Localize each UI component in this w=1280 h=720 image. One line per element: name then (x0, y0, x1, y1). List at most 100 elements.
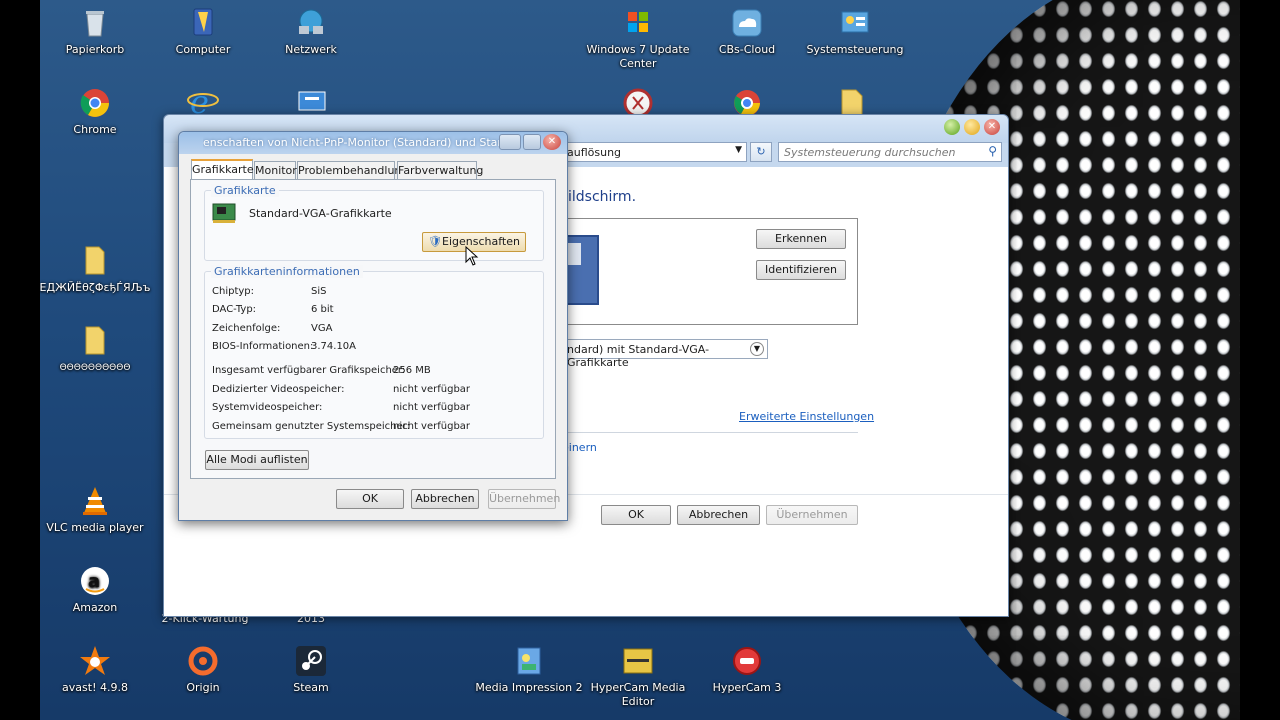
desktop-icon-origin[interactable]: Origin (148, 644, 258, 695)
monitor-preview-icon[interactable] (563, 235, 599, 305)
desktop-icon-steam[interactable]: Steam (256, 644, 366, 695)
info-value: 3.74.10A (311, 341, 357, 352)
folder-icon (85, 326, 105, 355)
desktop-icon-update-center[interactable]: Windows 7 Update Center (583, 6, 693, 71)
close-button[interactable]: ✕ (543, 134, 561, 150)
control-panel-icon (841, 11, 869, 33)
search-placeholder: Systemsteuerung durchsuchen (784, 146, 956, 159)
desktop-icon-label: Steam (293, 681, 329, 694)
cancel-button[interactable]: Abbrechen (677, 505, 760, 525)
desktop-icon-media-impression[interactable]: Media Impression 2 (474, 644, 584, 695)
address-text: auflösung (567, 146, 622, 159)
info-label: Zeichenfolge: (212, 323, 281, 334)
desktop-icon-cbs-cloud[interactable]: CBs-Cloud (692, 6, 802, 57)
desktop-icon-netzwerk[interactable]: Netzwerk (256, 6, 366, 57)
info-value: 256 MB (393, 365, 431, 376)
minimize-button[interactable] (499, 134, 521, 150)
desktop-icon-label: avast! 4.9.8 (62, 681, 128, 694)
amazon-icon: a (81, 567, 109, 595)
chevron-down-icon[interactable]: ▼ (735, 145, 742, 155)
tab-farbverwaltung[interactable]: Farbverwaltung (397, 161, 483, 179)
desktop-icon-amazon[interactable]: a Amazon (40, 564, 150, 615)
maximize-button[interactable] (964, 119, 980, 135)
hypercam-icon (733, 647, 761, 675)
desktop-icon-label: ΘΘΘΘΘΘΘΘΘΘ (59, 363, 131, 373)
info-label: Dedizierter Videospeicher: (212, 384, 345, 395)
hypercam-editor-icon (623, 648, 653, 674)
ok-button[interactable]: OK (336, 489, 404, 509)
advanced-settings-link[interactable]: Erweiterte Einstellungen (739, 410, 874, 423)
minimize-button[interactable] (944, 119, 960, 135)
chrome-icon (80, 89, 109, 117)
internet-explorer-icon[interactable]: e (186, 84, 220, 118)
info-label: Systemvideospeicher: (212, 402, 323, 413)
desktop-icon-label: HyperCam Media Editor (590, 681, 686, 708)
info-label: BIOS-Informationen: (212, 341, 314, 352)
search-box[interactable]: Systemsteuerung durchsuchen ⚲ (778, 142, 1002, 162)
desktop-icon-label: Netzwerk (285, 43, 337, 56)
list-all-modes-button[interactable]: Alle Modi auflisten (205, 450, 309, 470)
refresh-icon: ↻ (756, 145, 766, 158)
divider (562, 432, 858, 433)
close-button[interactable]: ✕ (984, 119, 1000, 135)
display-select-value: ndard) mit Standard-VGA-Grafikkarte (567, 343, 710, 369)
group-grafikkarte: Grafikkarte Standard-VGA-Grafikkarte 🛡Ei… (204, 184, 544, 261)
desktop-icon-label: Windows 7 Update Center (586, 43, 690, 70)
tab-monitor[interactable]: Monitor (254, 161, 297, 179)
dialog-titlebar: enschaften von Nicht-PnP-Monitor (Standa… (179, 132, 567, 154)
maximize-button[interactable] (523, 134, 541, 150)
shield-icon: 🛡 (428, 235, 442, 248)
address-bar[interactable]: auflösung ▼ (562, 142, 747, 162)
desktop-icon-label: Systemsteuerung (806, 43, 904, 56)
desktop-icon-vlc[interactable]: VLC media player (40, 484, 150, 535)
desktop-icon-label: HyperCam 3 (712, 681, 782, 694)
desktop-icon-papierkorb[interactable]: Papierkorb (40, 6, 150, 57)
app-shortcut-icon[interactable] (295, 86, 329, 116)
window-controls: ✕ (940, 118, 1004, 136)
desktop-icon-label: Origin (186, 681, 220, 694)
desktop-icon-label: ЕДЖЙЁθζΦεђЃЯЉъ (40, 281, 151, 294)
apply-button[interactable]: Übernehmen (488, 489, 560, 509)
desktop-icon-avast[interactable]: avast! 4.9.8 (40, 644, 150, 695)
properties-dialog: enschaften von Nicht-PnP-Monitor (Standa… (178, 131, 568, 521)
tab-grafikkarte[interactable]: Grafikkarte (191, 159, 254, 179)
desktop-icon-computer[interactable]: Computer (148, 6, 258, 57)
cancel-button[interactable]: Abbrechen (411, 489, 479, 509)
dialog-body: Grafikkarte Monitor Problembehandlung Fa… (179, 154, 567, 520)
graphics-card-icon (212, 203, 236, 223)
desktop-icon-systemsteuerung[interactable]: Systemsteuerung (800, 6, 910, 57)
properties-button-label: Eigenschaften (442, 235, 520, 248)
steam-icon (296, 646, 326, 676)
apply-button[interactable]: Übernehmen (766, 505, 858, 525)
desktop-icon-label: Papierkorb (65, 43, 125, 56)
cloud-icon (732, 9, 762, 37)
refresh-button[interactable]: ↻ (750, 142, 772, 162)
info-label: Insgesamt verfügbarer Grafikspeicher: (212, 365, 406, 376)
desktop-icon-label: Chrome (73, 123, 117, 136)
desktop-icon-label: Computer (175, 43, 231, 56)
display-select[interactable]: ndard) mit Standard-VGA-Grafikkarte ▼ (562, 339, 768, 369)
group-title: Grafikkarte (211, 184, 279, 197)
desktop-icon-label: Amazon (72, 601, 118, 614)
desktop-icon-hypercam[interactable]: HyperCam 3 (692, 644, 802, 695)
computer-icon (193, 8, 213, 36)
group-title: Grafikkarteninformationen (211, 265, 363, 278)
chevron-down-icon[interactable]: ▼ (750, 342, 764, 356)
info-value: 6 bit (311, 304, 334, 315)
desktop-icon-label: Media Impression 2 (475, 681, 583, 694)
info-value: VGA (311, 323, 333, 334)
identify-button[interactable]: Identifizieren (756, 260, 846, 280)
recycle-bin-icon (86, 11, 104, 37)
desktop-icon-folder-cyrillic[interactable]: ЕДЖЙЁθζΦεђЃЯЉъ (40, 244, 152, 295)
search-icon[interactable]: ⚲ (988, 144, 997, 158)
page-heading: ildschirm. (568, 189, 637, 205)
tab-problembehandlung[interactable]: Problembehandlung (297, 161, 408, 179)
desktop-icon-hypercam-editor[interactable]: HyperCam Media Editor (583, 644, 693, 709)
detect-button[interactable]: Erkennen (756, 229, 846, 249)
svg-text:e: e (190, 84, 209, 118)
desktop-icon-chrome[interactable]: Chrome (40, 86, 150, 137)
desktop-icon-folder-symbols[interactable]: ΘΘΘΘΘΘΘΘΘΘ (40, 324, 152, 375)
desktop-icon-label: CBs-Cloud (718, 43, 776, 56)
media-impression-icon (517, 647, 541, 675)
ok-button[interactable]: OK (601, 505, 671, 525)
